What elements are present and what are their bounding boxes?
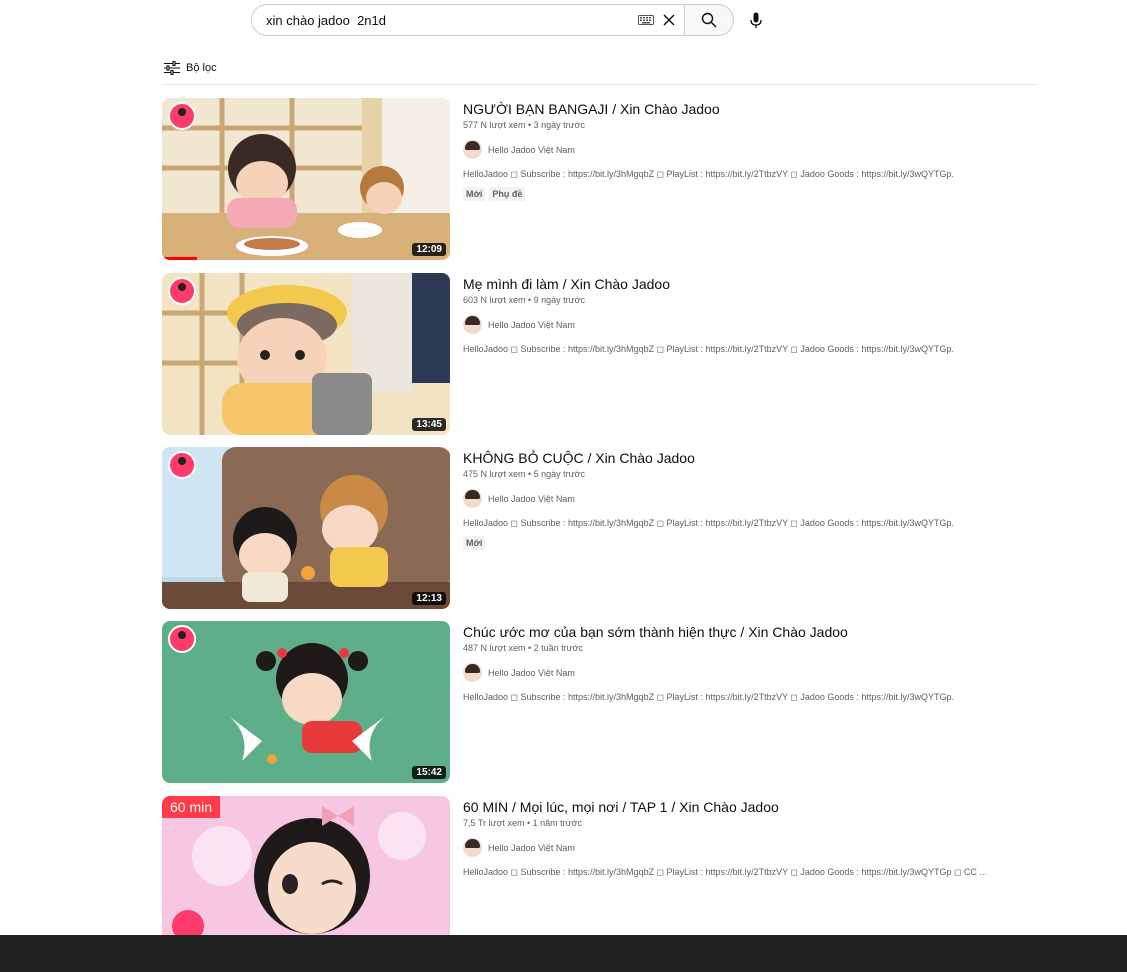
video-result: 12:13 KHÔNG BỎ CUỘC / Xin Chào Jadoo 475… (162, 447, 1038, 609)
video-meta: 7,5 Tr lượt xem • 1 năm trước (463, 818, 583, 828)
video-title[interactable]: Mẹ mình đi làm / Xin Chào Jadoo (463, 275, 1038, 293)
video-result: 13:45 Mẹ mình đi làm / Xin Chào Jadoo 60… (162, 273, 1038, 435)
video-tags: Mới Phụ đề (463, 187, 1038, 201)
video-thumbnail[interactable]: 12:09 (162, 98, 450, 260)
video-result: 60 min 60 MIN / Mọi lúc, mọi nơi / TAP 1… (162, 796, 1038, 935)
channel-avatar (463, 838, 482, 857)
search-bar (251, 4, 734, 36)
video-description: HelloJadoo ◻ Subscribe : https://bit.ly/… (463, 692, 954, 702)
video-info: 60 MIN / Mọi lúc, mọi nơi / TAP 1 / Xin … (463, 796, 1038, 878)
thumbnail-image (162, 447, 450, 609)
filter-sliders-icon (164, 61, 180, 75)
thumbnail-image (162, 273, 450, 435)
tag-new: Mới (463, 187, 486, 201)
video-duration: 13:45 (412, 418, 446, 431)
thumbnail-image (162, 98, 450, 260)
channel-name: Hello Jadoo Việt Nam (488, 842, 575, 853)
clear-search-icon[interactable] (662, 13, 676, 27)
video-meta: 487 N lượt xem • 2 tuần trước (463, 643, 584, 653)
microphone-icon (750, 12, 762, 28)
video-title[interactable]: NGƯỜI BẠN BANGAJI / Xin Chào Jadoo (463, 100, 1038, 118)
video-tags: Mới (463, 536, 1038, 550)
tag-subtitles: Phụ đề (489, 187, 526, 201)
channel-logo-overlay (168, 102, 196, 130)
channel-avatar (463, 140, 482, 159)
search-box (251, 4, 684, 36)
keyboard-icon[interactable] (638, 15, 654, 25)
video-meta: 577 N lượt xem • 3 ngày trước (463, 120, 586, 130)
video-description: HelloJadoo ◻ Subscribe : https://bit.ly/… (463, 344, 954, 354)
channel-link[interactable]: Hello Jadoo Việt Nam (463, 315, 1038, 334)
video-thumbnail[interactable]: 15:42 (162, 621, 450, 783)
video-description: HelloJadoo ◻ Subscribe : https://bit.ly/… (463, 867, 987, 877)
bottom-bar (0, 935, 1127, 972)
channel-avatar (463, 489, 482, 508)
video-title[interactable]: 60 MIN / Mọi lúc, mọi nơi / TAP 1 / Xin … (463, 798, 1038, 816)
video-description: HelloJadoo ◻ Subscribe : https://bit.ly/… (463, 518, 954, 528)
channel-logo-overlay (168, 625, 196, 653)
channel-name: Hello Jadoo Việt Nam (488, 493, 575, 504)
voice-search-button[interactable] (746, 10, 766, 30)
watch-progress-bar (162, 257, 197, 260)
channel-link[interactable]: Hello Jadoo Việt Nam (463, 838, 1038, 857)
video-meta: 475 N lượt xem • 5 ngày trước (463, 469, 586, 479)
video-result: 15:42 Chúc ước mơ của bạn sớm thành hiện… (162, 621, 1038, 783)
channel-link[interactable]: Hello Jadoo Việt Nam (463, 663, 1038, 682)
video-description: HelloJadoo ◻ Subscribe : https://bit.ly/… (463, 169, 954, 179)
search-icon (701, 12, 717, 28)
youtube-search-results-page: Bộ lọc 12:09 NG (0, 0, 1127, 972)
video-duration: 15:42 (412, 766, 446, 779)
channel-name: Hello Jadoo Việt Nam (488, 667, 575, 678)
filter-label: Bộ lọc (186, 62, 217, 74)
video-info: Mẹ mình đi làm / Xin Chào Jadoo 603 N lư… (463, 273, 1038, 355)
filter-button[interactable]: Bộ lọc (164, 61, 217, 75)
tag-new: Mới (463, 536, 486, 550)
video-meta: 603 N lượt xem • 9 ngày trước (463, 295, 586, 305)
channel-logo-overlay (168, 451, 196, 479)
channel-name: Hello Jadoo Việt Nam (488, 319, 575, 330)
video-thumbnail[interactable]: 60 min (162, 796, 450, 935)
video-info: NGƯỜI BẠN BANGAJI / Xin Chào Jadoo 577 N… (463, 98, 1038, 201)
video-info: KHÔNG BỎ CUỘC / Xin Chào Jadoo 475 N lượ… (463, 447, 1038, 550)
video-title[interactable]: Chúc ước mơ của bạn sớm thành hiện thực … (463, 623, 1038, 641)
search-input[interactable] (266, 12, 638, 28)
video-result: 12:09 NGƯỜI BẠN BANGAJI / Xin Chào Jadoo… (162, 98, 1038, 260)
video-thumbnail[interactable]: 13:45 (162, 273, 450, 435)
channel-avatar (463, 315, 482, 334)
video-title[interactable]: KHÔNG BỎ CUỘC / Xin Chào Jadoo (463, 449, 1038, 467)
thumbnail-image (162, 621, 450, 783)
search-button[interactable] (684, 4, 734, 36)
video-thumbnail[interactable]: 12:13 (162, 447, 450, 609)
divider (162, 84, 1038, 85)
channel-name: Hello Jadoo Việt Nam (488, 144, 575, 155)
channel-link[interactable]: Hello Jadoo Việt Nam (463, 489, 1038, 508)
channel-avatar (463, 663, 482, 682)
video-info: Chúc ước mơ của bạn sớm thành hiện thực … (463, 621, 1038, 703)
channel-link[interactable]: Hello Jadoo Việt Nam (463, 140, 1038, 159)
video-duration: 12:13 (412, 592, 446, 605)
duration-badge: 60 min (162, 796, 221, 818)
channel-logo-overlay (168, 277, 196, 305)
video-duration: 12:09 (412, 243, 446, 256)
